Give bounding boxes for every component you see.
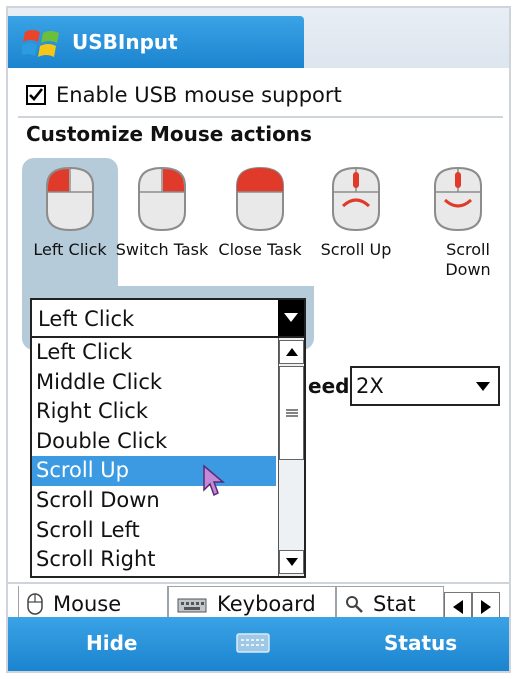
pointer-cursor-icon <box>203 464 226 497</box>
dropdown-scrollbar[interactable] <box>278 338 304 576</box>
enable-usb-row[interactable]: Enable USB mouse support <box>26 80 342 110</box>
action-label: Scroll Down <box>445 240 491 279</box>
dropdown-arrow-button[interactable] <box>278 300 304 336</box>
mouse-scroll-up-icon <box>332 166 380 232</box>
action-close-task[interactable]: Close Task <box>212 164 308 260</box>
action-label: Left Click <box>33 240 107 259</box>
scroll-thumb[interactable] <box>279 366 304 460</box>
scroll-up-button[interactable] <box>279 340 304 364</box>
tab-label: Mouse <box>53 591 122 616</box>
windows-start-icon[interactable] <box>22 26 62 60</box>
app-window: USBInput Enable USB mouse support Custom… <box>6 6 511 673</box>
list-item[interactable]: Scroll Down <box>32 486 276 516</box>
action-scroll-down[interactable]: Scroll Down <box>410 164 506 280</box>
section-title: Customize Mouse actions <box>26 122 312 146</box>
grip-icon <box>285 409 298 417</box>
checkmark-icon <box>29 88 44 101</box>
status-softkey[interactable]: Status <box>384 631 457 655</box>
enable-usb-label: Enable USB mouse support <box>56 83 342 107</box>
enable-usb-checkbox[interactable] <box>26 85 46 105</box>
speed-select[interactable]: 2X <box>350 366 500 406</box>
mouse-icon <box>27 592 43 615</box>
action-left-click[interactable]: Left Click <box>22 164 118 260</box>
list-item[interactable]: Scroll Right <box>32 545 276 575</box>
divider <box>18 116 503 118</box>
mouse-left-click-icon <box>46 166 94 232</box>
title-tab: USBInput <box>8 16 304 68</box>
chevron-right-icon <box>481 600 491 614</box>
window-title: USBInput <box>72 30 178 54</box>
speed-value: 2X <box>356 374 384 398</box>
magnifier-icon <box>345 595 363 613</box>
list-item[interactable]: Double Click <box>32 427 276 457</box>
action-select[interactable]: Left Click <box>30 298 306 338</box>
action-scroll-up[interactable]: Scroll Up <box>308 164 404 260</box>
chevron-down-icon <box>284 313 298 322</box>
list-item[interactable]: Scroll Left <box>32 516 276 546</box>
keyboard-icon[interactable] <box>236 631 270 655</box>
list-item[interactable]: Left Click <box>32 338 276 368</box>
list-item-highlighted[interactable]: Scroll Up <box>32 456 276 486</box>
action-dropdown-list[interactable]: Left Click Middle Click Right Click Doub… <box>30 338 306 578</box>
list-item[interactable]: Middle Click <box>32 368 276 398</box>
chevron-down-icon <box>476 382 490 391</box>
soft-key-bar: Hide Status <box>8 617 509 671</box>
tab-label: Keyboard <box>217 592 316 616</box>
title-bar: USBInput <box>8 8 509 68</box>
mouse-right-click-icon <box>138 166 186 232</box>
action-select-value: Left Click <box>38 307 135 331</box>
action-label: Close Task <box>218 240 302 259</box>
mouse-middle-click-icon <box>236 166 284 232</box>
keyboard-icon <box>177 595 207 613</box>
hide-softkey[interactable]: Hide <box>86 631 137 655</box>
scroll-down-button[interactable] <box>279 550 304 574</box>
list-item[interactable]: Right Click <box>32 397 276 427</box>
chevron-down-icon <box>285 558 298 566</box>
chevron-left-icon <box>453 600 463 614</box>
action-label: Switch Task <box>115 240 209 259</box>
action-label: Scroll Up <box>320 240 392 259</box>
speed-label: eed <box>308 374 350 398</box>
tab-label: Stat <box>373 592 416 616</box>
chevron-up-icon <box>285 348 298 356</box>
action-switch-task[interactable]: Switch Task <box>114 164 210 260</box>
mouse-scroll-down-icon <box>434 166 482 232</box>
